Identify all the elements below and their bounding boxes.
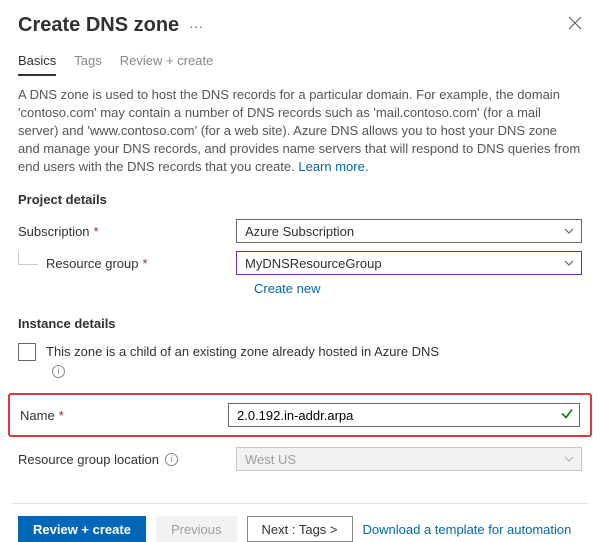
chevron-down-icon: [563, 225, 575, 237]
project-details-heading: Project details: [0, 176, 600, 215]
child-zone-checkbox[interactable]: [18, 343, 36, 361]
create-new-rg-link[interactable]: Create new: [254, 281, 320, 296]
footer: Review + create Previous Next : Tags > D…: [0, 504, 600, 542]
required-asterisk: *: [94, 224, 99, 239]
info-icon[interactable]: i: [165, 453, 178, 466]
close-icon: [568, 16, 582, 30]
more-actions-button[interactable]: ···: [189, 18, 203, 34]
tab-review-create[interactable]: Review + create: [120, 53, 214, 76]
learn-more-link[interactable]: Learn more.: [298, 159, 368, 174]
review-create-button[interactable]: Review + create: [18, 516, 146, 542]
next-button[interactable]: Next : Tags >: [247, 516, 353, 542]
location-dropdown: West US: [236, 447, 582, 471]
page-title: Create DNS zone: [18, 14, 179, 37]
required-asterisk: *: [59, 408, 64, 423]
name-highlight: Name *: [8, 393, 592, 437]
resource-group-row: Resource group * MyDNSResourceGroup: [0, 247, 600, 279]
subscription-value: Azure Subscription: [245, 224, 354, 239]
name-row: Name *: [20, 399, 580, 431]
close-button[interactable]: [568, 16, 582, 35]
name-input[interactable]: [228, 403, 580, 427]
resource-group-value: MyDNSResourceGroup: [245, 256, 382, 271]
tab-tags[interactable]: Tags: [74, 53, 101, 76]
check-icon: [560, 407, 574, 424]
name-label: Name: [20, 408, 55, 423]
tabs: Basics Tags Review + create: [0, 43, 600, 76]
child-zone-row: This zone is a child of an existing zone…: [0, 339, 600, 383]
tab-basics[interactable]: Basics: [18, 53, 56, 76]
description-text: A DNS zone is used to host the DNS recor…: [0, 76, 600, 176]
location-value: West US: [245, 452, 296, 467]
previous-button: Previous: [156, 516, 237, 542]
instance-details-heading: Instance details: [0, 300, 600, 339]
chevron-down-icon: [563, 257, 575, 269]
resource-group-label: Resource group: [46, 256, 139, 271]
download-template-link[interactable]: Download a template for automation: [363, 522, 572, 537]
chevron-down-icon: [563, 453, 575, 465]
resource-group-dropdown[interactable]: MyDNSResourceGroup: [236, 251, 582, 275]
info-icon[interactable]: i: [52, 365, 65, 378]
subscription-dropdown[interactable]: Azure Subscription: [236, 219, 582, 243]
required-asterisk: *: [143, 256, 148, 271]
subscription-row: Subscription * Azure Subscription: [0, 215, 600, 247]
child-zone-label: This zone is a child of an existing zone…: [46, 344, 439, 359]
subscription-label: Subscription: [18, 224, 90, 239]
indent-connector: [18, 251, 38, 265]
location-row: Resource group location i West US: [0, 443, 600, 475]
location-label: Resource group location: [18, 452, 159, 467]
